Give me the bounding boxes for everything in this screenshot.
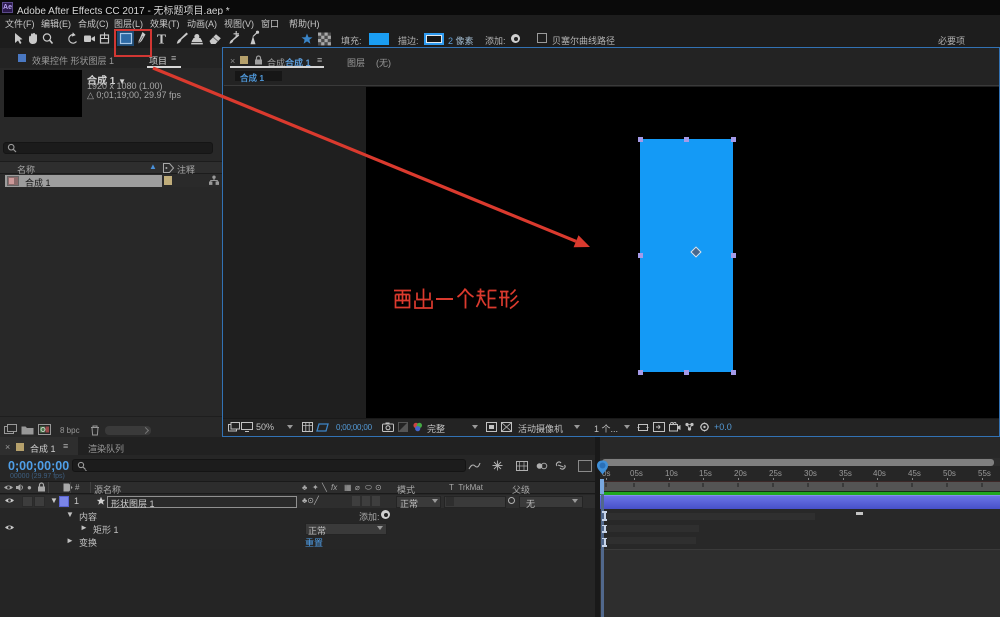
svg-text:T: T	[157, 32, 166, 47]
